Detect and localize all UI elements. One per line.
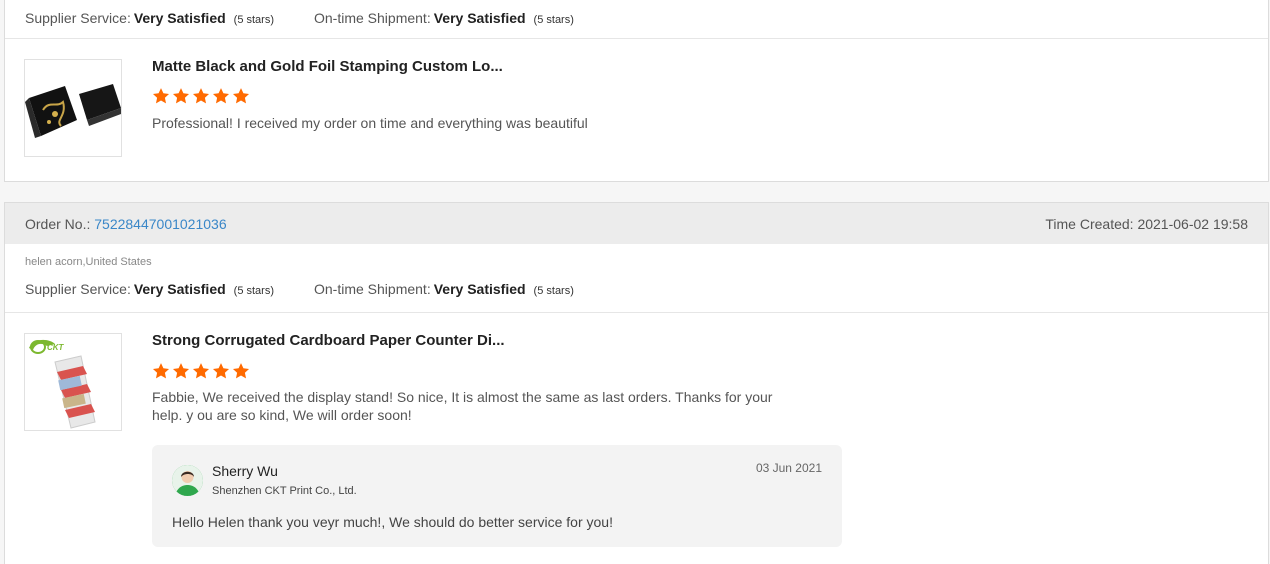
order-no-label: Order No.: xyxy=(25,215,91,232)
supplier-service-value: Very Satisfied xyxy=(133,281,226,297)
ontime-shipment-rating: On-time Shipment: Very Satisfied (5 star… xyxy=(314,10,574,26)
product-title[interactable]: Matte Black and Gold Foil Stamping Custo… xyxy=(152,58,503,75)
star-icon xyxy=(152,88,170,104)
reply-author-company: Shenzhen CKT Print Co., Ltd. xyxy=(212,485,357,497)
supplier-service-label: Supplier Service: xyxy=(25,281,131,297)
ratings-row: Supplier Service: Very Satisfied (5 star… xyxy=(5,278,1268,300)
ontime-shipment-rating: On-time Shipment: Very Satisfied (5 star… xyxy=(314,281,574,297)
order-header: Order No.: 75228447001021036 Time Create… xyxy=(5,203,1268,244)
ontime-shipment-stars: (5 stars) xyxy=(533,285,574,297)
star-icon xyxy=(232,88,250,104)
product-title[interactable]: Strong Corrugated Cardboard Paper Counte… xyxy=(152,332,505,349)
time-created: Time Created: 2021-06-02 19:58 xyxy=(1045,216,1248,232)
star-icon xyxy=(172,363,190,379)
buyer-info: helen acorn,United States xyxy=(25,256,152,268)
divider xyxy=(5,38,1268,39)
star-rating xyxy=(152,87,250,105)
order-no-link[interactable]: 75228447001021036 xyxy=(94,216,226,232)
time-created-label: Time Created: xyxy=(1045,215,1134,232)
supplier-service-stars: (5 stars) xyxy=(233,285,274,297)
star-icon xyxy=(212,363,230,379)
ratings-row: Supplier Service: Very Satisfied (5 star… xyxy=(5,7,1268,29)
star-icon xyxy=(152,363,170,379)
reply-text: Hello Helen thank you veyr much!, We sho… xyxy=(172,514,613,530)
supplier-service-value: Very Satisfied xyxy=(133,10,226,26)
ontime-shipment-value: Very Satisfied xyxy=(433,10,526,26)
supplier-service-label: Supplier Service: xyxy=(25,10,131,26)
ontime-shipment-label: On-time Shipment: xyxy=(314,281,431,297)
review-card-2: Order No.: 75228447001021036 Time Create… xyxy=(4,202,1269,564)
supplier-service-rating: Supplier Service: Very Satisfied (5 star… xyxy=(25,10,274,26)
reply-date: 03 Jun 2021 xyxy=(755,461,822,475)
avatar xyxy=(172,465,203,496)
ontime-shipment-label: On-time Shipment: xyxy=(314,10,431,26)
product-thumbnail[interactable]: CKT xyxy=(24,333,122,431)
supplier-reply: Sherry Wu Shenzhen CKT Print Co., Ltd. 0… xyxy=(152,445,842,547)
star-icon xyxy=(172,88,190,104)
ontime-shipment-value: Very Satisfied xyxy=(433,281,526,297)
reply-author-name: Sherry Wu xyxy=(212,463,278,479)
star-icon xyxy=(192,363,210,379)
order-number: Order No.: 75228447001021036 xyxy=(25,216,227,232)
time-created-value: 2021-06-02 19:58 xyxy=(1137,215,1248,232)
star-icon xyxy=(212,88,230,104)
star-icon xyxy=(192,88,210,104)
star-icon xyxy=(232,363,250,379)
ontime-shipment-stars: (5 stars) xyxy=(533,14,574,26)
divider xyxy=(5,312,1268,313)
review-comment: Fabbie, We received the display stand! S… xyxy=(152,389,773,423)
svg-text:CKT: CKT xyxy=(47,343,65,352)
supplier-service-rating: Supplier Service: Very Satisfied (5 star… xyxy=(25,281,274,297)
star-rating xyxy=(152,362,250,380)
review-card-1: Supplier Service: Very Satisfied (5 star… xyxy=(4,0,1269,182)
review-comment: Professional! I received my order on tim… xyxy=(152,115,588,131)
product-thumbnail[interactable] xyxy=(24,59,122,157)
supplier-service-stars: (5 stars) xyxy=(233,14,274,26)
